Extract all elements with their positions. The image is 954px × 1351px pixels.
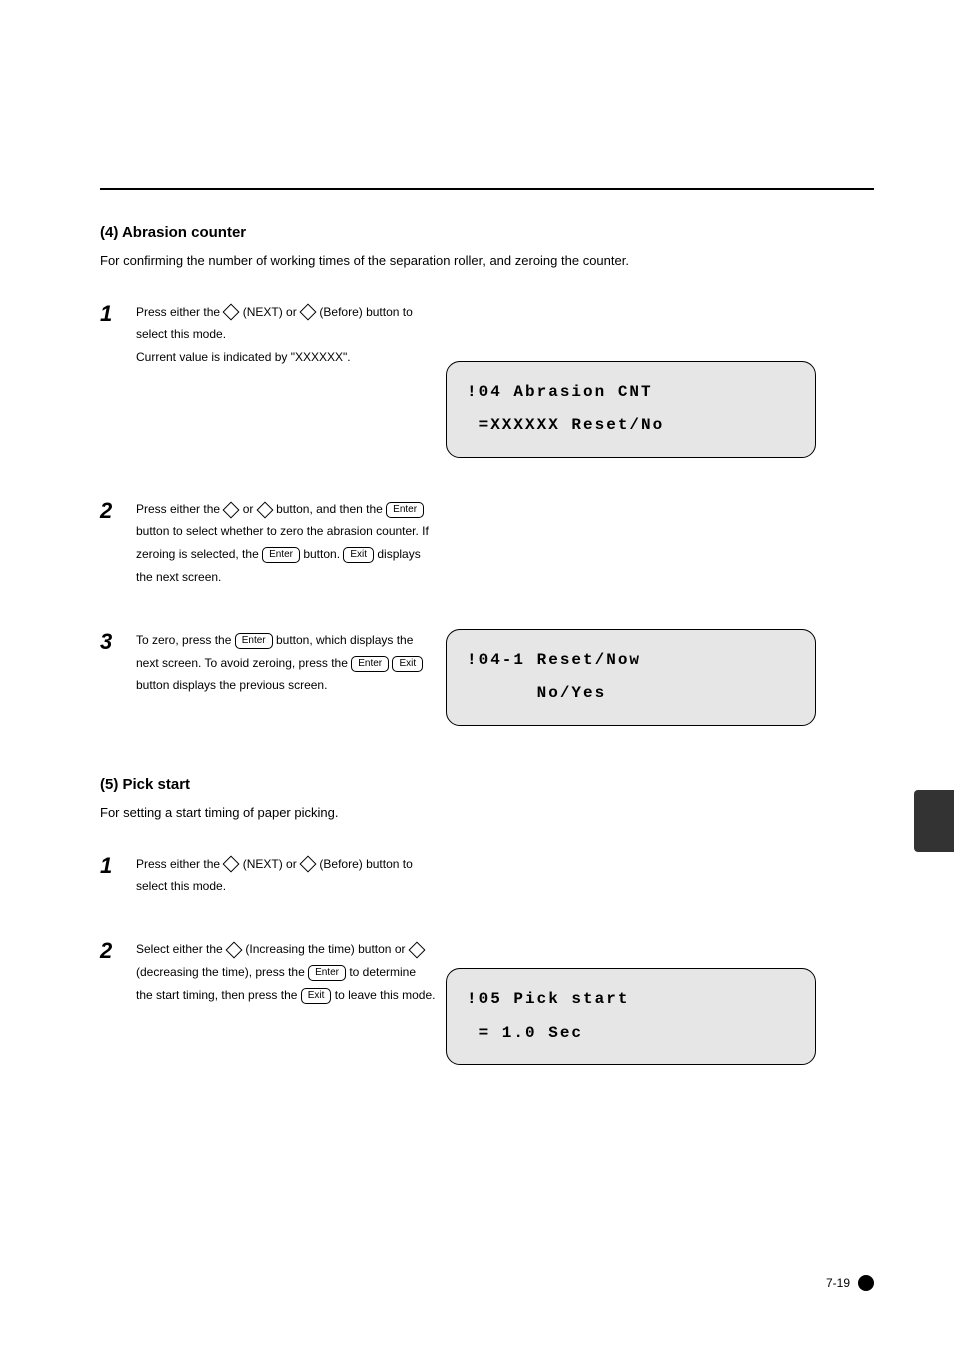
step-number: 2 <box>100 938 136 964</box>
before-icon <box>300 304 317 321</box>
before-icon <box>300 856 317 873</box>
exit-key: Exit <box>392 656 423 672</box>
footer-bullet-icon <box>858 1275 874 1291</box>
section-subtitle-abrasion: For confirming the number of working tim… <box>100 251 874 271</box>
page-number: 7-19 <box>826 1276 850 1290</box>
exit-key: Exit <box>343 547 374 563</box>
lcd-display: !05 Pick start = 1.0 Sec <box>446 968 816 1065</box>
exit-key: Exit <box>301 988 332 1004</box>
enter-key: Enter <box>386 502 424 518</box>
chapter-tab <box>914 790 954 852</box>
enter-key: Enter <box>262 547 300 563</box>
step-text: To zero, press the Enter button, which d… <box>136 629 436 697</box>
page-footer: 7-19 <box>826 1275 874 1291</box>
section-title-pickstart: (5) Pick start <box>100 776 874 793</box>
section-subtitle-pickstart: For setting a start timing of paper pick… <box>100 803 874 823</box>
next-icon <box>223 856 240 873</box>
lcd-display: !04-1 Reset/Now No/Yes <box>446 629 816 726</box>
step-text: Press either the (NEXT) or (Before) butt… <box>136 853 436 899</box>
diamond-icon <box>256 501 273 518</box>
step-number: 1 <box>100 853 136 879</box>
step-number: 3 <box>100 629 136 655</box>
step-number: 2 <box>100 498 136 524</box>
step-text: Press either the (NEXT) or (Before) butt… <box>136 301 436 369</box>
enter-key: Enter <box>351 656 389 672</box>
decrease-icon <box>408 941 425 958</box>
next-icon <box>223 304 240 321</box>
increase-icon <box>226 941 243 958</box>
diamond-icon <box>223 501 240 518</box>
step-text: Press either the or button, and then the… <box>136 498 436 589</box>
enter-key: Enter <box>235 633 273 649</box>
enter-key: Enter <box>308 965 346 981</box>
step-text: Select either the (Increasing the time) … <box>136 938 436 1006</box>
step-number: 1 <box>100 301 136 327</box>
section-title-abrasion: (4) Abrasion counter <box>100 224 874 241</box>
header-rule <box>100 100 874 190</box>
lcd-display: !04 Abrasion CNT =XXXXXX Reset/No <box>446 361 816 458</box>
